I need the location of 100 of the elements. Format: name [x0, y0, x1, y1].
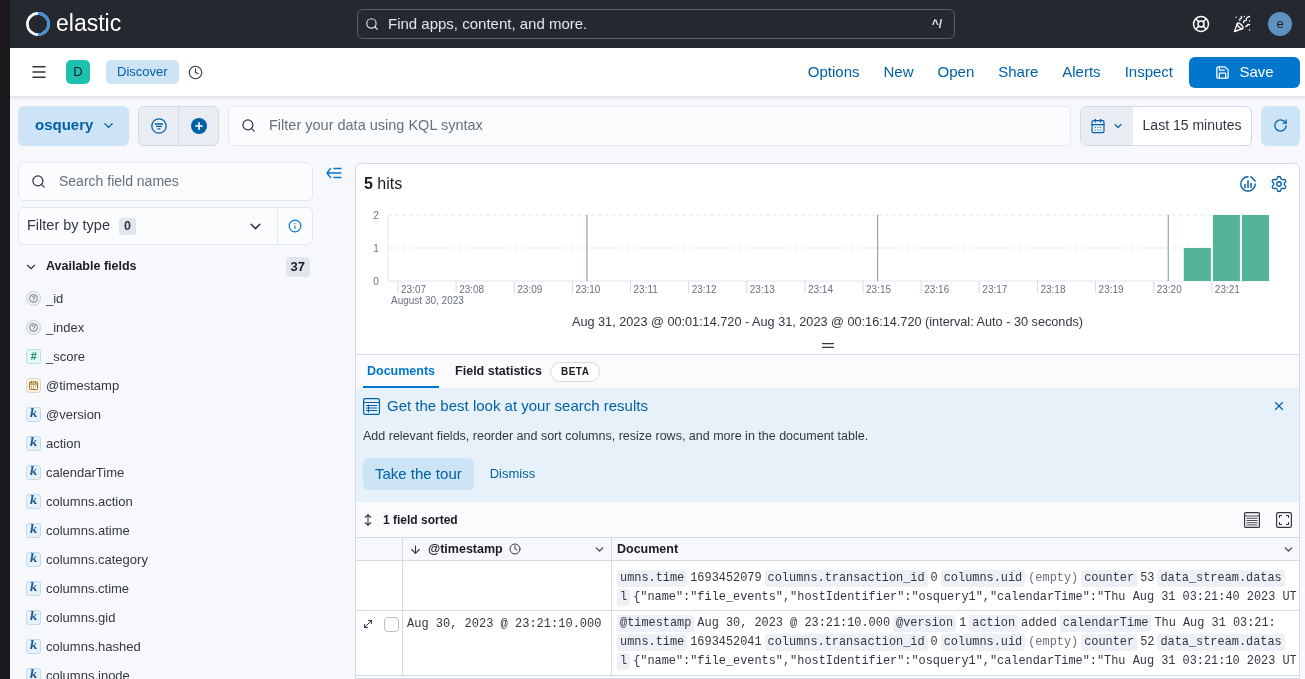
header-link[interactable]: Open — [937, 60, 975, 84]
document-field-name: calendarTime — [1059, 615, 1152, 632]
count-badge: 0 — [119, 217, 136, 235]
resize-handle-icon[interactable] — [821, 343, 834, 348]
field-list-item[interactable]: k columns.category — [26, 549, 148, 570]
row-density-icon[interactable] — [1244, 511, 1260, 528]
header-link[interactable]: Options — [807, 60, 860, 84]
document-field-name: data_stream.datas — [1157, 570, 1285, 587]
table-icon — [363, 397, 380, 415]
logo-icon[interactable] — [26, 12, 50, 36]
field-list-item[interactable]: k columns.atime — [26, 520, 130, 541]
header-link[interactable]: Share — [998, 60, 1039, 84]
document-field-value: {"name":"file_events","hostIdentifier":"osquery1","calendarTime":"Thu Aug 31 03:21:10 2023 UT — [633, 652, 1297, 670]
calendar-type-icon — [26, 378, 41, 393]
app-avatar[interactable]: D — [66, 60, 90, 84]
document-field-value: 0 — [930, 569, 938, 587]
sort-descending-icon — [409, 542, 422, 556]
data-view-selector[interactable]: osquery — [18, 105, 129, 146]
field-type-token: k — [26, 552, 41, 567]
keyboard-shortcut: ^/ — [931, 16, 942, 33]
header-link[interactable]: Inspect — [1124, 60, 1173, 84]
collapse-sidebar-icon[interactable] — [326, 167, 342, 179]
search-icon — [365, 17, 379, 31]
document-field-name: columns.transaction_id — [764, 634, 928, 651]
row-checkbox[interactable] — [384, 617, 399, 632]
party-popper-icon[interactable] — [1233, 15, 1251, 33]
field-type-token: k — [26, 581, 41, 596]
field-list-item[interactable]: k columns.ctime — [26, 578, 130, 599]
document-field-name: l — [617, 589, 631, 606]
logo-text[interactable]: elastic — [56, 11, 122, 37]
document-field-value: 1693452041 — [690, 633, 762, 651]
sort-fields-button[interactable]: 1 field sorted — [364, 510, 458, 529]
field-list-item[interactable]: k calendarTime — [26, 462, 125, 483]
time-range-value[interactable]: Last 15 minutes — [1133, 106, 1251, 145]
dismiss-link[interactable]: Dismiss — [489, 464, 536, 484]
document-field-name: @version — [893, 615, 957, 632]
tab[interactable]: Field statistics BETA — [451, 355, 605, 388]
field-list-item[interactable]: # _score — [26, 346, 86, 367]
plus-circle-icon — [190, 117, 207, 134]
global-search-field[interactable]: Find apps, content, and more. ^/ — [357, 9, 955, 39]
close-icon[interactable] — [1272, 399, 1286, 413]
field-list-item[interactable]: k action — [26, 433, 81, 454]
axis-tick-label: 23:12 — [691, 284, 717, 295]
header-link[interactable]: Alerts — [1062, 60, 1101, 84]
column-header[interactable]: Document — [612, 538, 1299, 560]
lifebuoy-icon[interactable] — [1192, 15, 1210, 33]
tour-button[interactable]: Take the tour — [363, 458, 474, 490]
axis-tick-label: 23:19 — [1098, 284, 1124, 295]
empty-value: (empty) — [1028, 633, 1079, 651]
info-icon — [288, 219, 302, 233]
document-field-value: 52 — [1140, 633, 1155, 651]
field-list-item[interactable]: _index — [26, 317, 85, 338]
field-list-item[interactable]: k @version — [26, 404, 102, 425]
field-list-item[interactable]: @timestamp — [26, 375, 120, 396]
quick-menu-button[interactable] — [1081, 106, 1133, 145]
axis-tick-label: 23:20 — [1156, 284, 1182, 295]
axis-tick-label: 0 — [373, 275, 379, 287]
save-button[interactable]: Save — [1189, 56, 1300, 88]
document-field-name: umns.time — [617, 570, 688, 587]
field-list-item[interactable]: k columns.action — [26, 491, 133, 512]
header-link[interactable]: New — [883, 60, 914, 84]
refresh-button[interactable] — [1261, 105, 1300, 146]
document-field-value: Thu Aug 31 03:21: — [1154, 614, 1276, 632]
timestamp-value: Aug 30, 2023 @ 23:21:10.000 — [407, 615, 602, 633]
query-input-field[interactable]: Filter your data using KQL syntax — [228, 105, 1071, 146]
date-picker-field[interactable]: Last 15 minutes — [1080, 105, 1252, 146]
section-toggle[interactable]: Available fields — [24, 257, 137, 276]
expand-icon[interactable] — [362, 618, 374, 630]
empty-value: (empty) — [1028, 569, 1079, 587]
chart-icon[interactable] — [1239, 174, 1257, 193]
axis-tick-label: 23:18 — [1040, 284, 1066, 295]
document-field-value: 1693452079 — [690, 569, 762, 587]
user-avatar[interactable]: e — [1268, 12, 1292, 36]
document-field-value: 1 — [959, 614, 967, 632]
field-type-token: k — [26, 523, 41, 538]
field-list-item[interactable]: _id — [26, 288, 64, 309]
hits-count: 5 hits — [364, 173, 403, 194]
clock-icon[interactable] — [187, 64, 203, 80]
document-field-name: data_stream.datas — [1157, 634, 1285, 651]
time-range-summary: Aug 31, 2023 @ 00:01:14.720 - Aug 31, 2023 @ 00:16:14.720 (interval: Auto - 30 seconds) — [571, 314, 1084, 332]
document-field-name: columns.transaction_id — [764, 570, 928, 587]
column-header[interactable]: @timestamp — [403, 538, 612, 560]
document-field-name: counter — [1081, 634, 1138, 651]
menu-icon[interactable] — [30, 63, 48, 81]
axis-tick-label: 23:14 — [807, 284, 833, 295]
field-list-item[interactable]: k columns.hashed — [26, 636, 141, 657]
settings-icon[interactable] — [1270, 174, 1288, 193]
calendar-icon — [1090, 117, 1106, 134]
fullscreen-icon[interactable] — [1276, 511, 1292, 528]
field-search-field[interactable]: Search field names — [18, 162, 313, 201]
histogram-bar — [1241, 215, 1269, 281]
breadcrumb[interactable]: Discover — [106, 60, 179, 84]
field-list-item[interactable]: k columns.gid — [26, 607, 116, 628]
filter-icon — [150, 117, 167, 134]
document-field-name: counter — [1081, 570, 1138, 587]
axis-tick-label: 23:11 — [633, 284, 658, 295]
document-field-value: 0 — [930, 633, 938, 651]
axis-tick-label: 23:16 — [924, 284, 950, 295]
type-filter-dropdown[interactable]: Filter by type 0 — [19, 208, 277, 244]
field-type-token: k — [26, 639, 41, 654]
